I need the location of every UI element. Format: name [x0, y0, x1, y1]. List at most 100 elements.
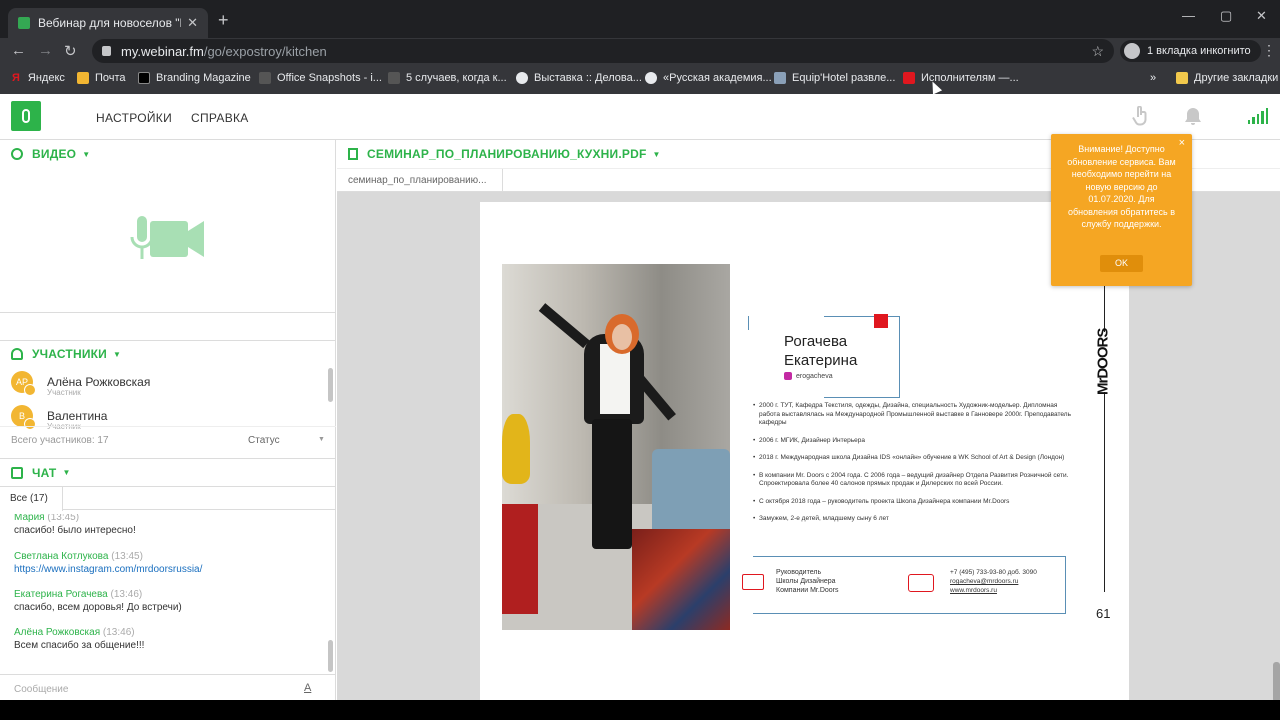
chevron-down-icon: ▼ — [82, 149, 91, 159]
tab-close-icon[interactable]: ✕ — [187, 15, 198, 31]
tab-document[interactable]: семинар_по_планированию... — [337, 169, 503, 193]
pdf-page: РогачеваЕкатерина erogacheva 2000 г. ТУТ… — [480, 202, 1129, 700]
bookmark-item[interactable]: Branding Magazine — [138, 72, 251, 84]
message-author: Алёна Рожковская — [14, 627, 101, 638]
url-host: my.webinar.fm — [121, 43, 204, 59]
bio-item: Замужем, 2-е детей, младшему сыну 6 лет — [753, 515, 1071, 524]
bookmark-item[interactable]: Выставка :: Делова... — [516, 72, 642, 84]
raise-hand-icon[interactable] — [1132, 106, 1150, 126]
participants-section-header[interactable]: УЧАСТНИКИ ▼ — [0, 340, 336, 368]
user-icon — [11, 348, 23, 360]
minimize-icon[interactable]: — — [1182, 8, 1195, 23]
bm-icon — [138, 72, 150, 84]
window-close-icon[interactable]: ✕ — [1256, 8, 1267, 24]
chevron-down-icon[interactable]: ▼ — [318, 436, 325, 443]
bio-item: 2018 г. Международная школа Дизайна IDS … — [753, 454, 1071, 463]
browser-menu-icon[interactable]: ⋮ — [1262, 42, 1276, 59]
text-format-icon[interactable]: A — [304, 682, 311, 694]
browser-tab[interactable]: Вебинар для новоселов "Как сп ✕ — [8, 8, 208, 38]
bookmarks-bar: Я Яндекс Почта Branding Magazine Office S… — [0, 64, 1280, 94]
chat-message: Алёна Рожковская (13:46) Всем спасибо за… — [14, 626, 144, 652]
os-icon — [259, 72, 271, 84]
chat-section-header[interactable]: ЧАТ ▼ — [0, 458, 336, 486]
bookmark-item[interactable]: 5 случаев, когда к... — [388, 72, 507, 84]
connection-signal-icon — [1248, 108, 1269, 124]
webinar-logo-icon[interactable] — [11, 101, 41, 131]
browser-tab-bar: Вебинар для новоселов "Как сп ✕ + — ▢ ✕ — [0, 0, 1280, 38]
chat-scrollbar[interactable] — [328, 640, 333, 672]
bell-icon[interactable] — [1184, 106, 1202, 126]
nav-settings[interactable]: НАСТРОЙКИ — [96, 111, 172, 125]
webinar-favicon-icon — [18, 17, 30, 29]
incognito-badge[interactable]: 1 вкладка инкогнито — [1120, 40, 1261, 62]
address-bar-row: ← → ↻ my.webinar.fm/go/expostroy/kitchen… — [0, 38, 1280, 64]
divider — [0, 312, 336, 313]
other-bookmarks[interactable]: Другие закладки — [1176, 72, 1278, 84]
tab-title: Вебинар для новоселов "Как сп — [38, 16, 181, 30]
chat-tabs: Все (17) — [0, 486, 336, 511]
chat-message: Мария (13:45) спасибо! было интересно! — [14, 514, 136, 537]
page-icon — [774, 72, 786, 84]
bookmarks-overflow[interactable]: » — [1150, 72, 1156, 84]
reload-icon[interactable]: ↻ — [64, 42, 77, 60]
bookmark-item[interactable]: Исполнителям —... — [903, 72, 1019, 84]
url-input[interactable]: my.webinar.fm/go/expostroy/kitchen ☆ — [92, 39, 1114, 63]
maximize-icon[interactable]: ▢ — [1220, 8, 1232, 24]
document-scrollbar[interactable] — [1273, 662, 1280, 700]
bookmark-item[interactable]: Equip'Hotel развле... — [774, 72, 895, 84]
mail-icon — [77, 72, 89, 84]
bookmark-item[interactable]: Я Яндекс — [12, 72, 65, 84]
chevron-down-icon: ▼ — [62, 468, 71, 477]
forward-arrow-icon[interactable]: → — [38, 42, 53, 59]
message-time: (13:45) — [111, 551, 143, 562]
message-placeholder: Сообщение — [14, 684, 69, 695]
file-icon — [348, 148, 358, 160]
bottom-bar — [0, 700, 1280, 720]
bio-item: 2006 г. МГИК, Дизайнер Интерьера — [753, 437, 1071, 446]
webinar-app: НАСТРОЙКИ СПРАВКА ВИДЕО ▼ УЧАСТНИКИ ▼ АР… — [0, 94, 1280, 700]
bio-list: 2000 г. ТУТ, Кафедра Текстиля, одежды, Д… — [753, 402, 1071, 533]
total-participants: Всего участников: 17 — [11, 435, 109, 446]
update-notification: × Внимание! Доступно обновление сервиса.… — [1051, 134, 1192, 286]
chat-icon — [11, 466, 23, 479]
globe-icon — [516, 72, 528, 84]
bookmark-item[interactable]: Office Snapshots - i... — [259, 72, 382, 84]
participant-row[interactable]: АР Алёна Рожковская Участник — [0, 366, 330, 398]
video-section-header[interactable]: ВИДЕО ▼ — [0, 140, 336, 168]
message-author: Светлана Котлукова — [14, 551, 109, 562]
camera-mic-icon — [130, 214, 204, 259]
message-time: (13:46) — [110, 589, 143, 600]
bio-item: С октября 2018 года – руководитель проек… — [753, 498, 1071, 507]
yandex-icon: Я — [12, 72, 20, 84]
document-title: СЕМИНАР_ПО_ПЛАНИРОВАНИЮ_КУХНИ.PDF — [367, 147, 647, 161]
avatar: АР — [11, 371, 36, 396]
url-path: /go/expostroy/kitchen — [203, 43, 327, 59]
video-area — [0, 168, 336, 314]
message-time: (13:45) — [47, 514, 80, 523]
folder-icon — [1176, 72, 1188, 84]
page-number: 61 — [1096, 606, 1111, 621]
tab-chat-all[interactable]: Все (17) — [0, 487, 63, 511]
nav-help[interactable]: СПРАВКА — [191, 111, 249, 125]
bookmark-star-icon[interactable]: ☆ — [1091, 43, 1104, 60]
message-link[interactable]: https://www.instagram.com/mrdoorsrussia/ — [14, 564, 202, 575]
message-time: (13:46) — [102, 627, 135, 638]
back-arrow-icon[interactable]: ← — [11, 42, 26, 59]
lock-icon — [102, 46, 111, 56]
message-input[interactable]: Сообщение A — [0, 674, 336, 700]
video-section-icon — [11, 148, 23, 160]
bookmark-item[interactable]: «Русская академия... — [645, 72, 772, 84]
ok-button[interactable]: OK — [1100, 255, 1143, 272]
notification-text: Внимание! Доступно обновление сервиса. В… — [1067, 144, 1176, 229]
new-tab-button[interactable]: + — [218, 10, 229, 31]
status-filter[interactable]: Статус — [248, 435, 280, 446]
red-square-decoration — [874, 314, 888, 328]
bookmark-item[interactable]: Почта — [77, 72, 126, 84]
job-title: Руководитель Школы Дизайнера Компании Mr… — [776, 569, 839, 594]
participants-scrollbar[interactable] — [328, 368, 333, 402]
close-icon[interactable]: × — [1179, 137, 1185, 150]
portrait-photo — [502, 264, 730, 630]
message-text: спасибо! было интересно! — [14, 525, 136, 536]
message-author: Мария — [14, 514, 45, 523]
message-author: Екатерина Рогачева — [14, 589, 108, 600]
